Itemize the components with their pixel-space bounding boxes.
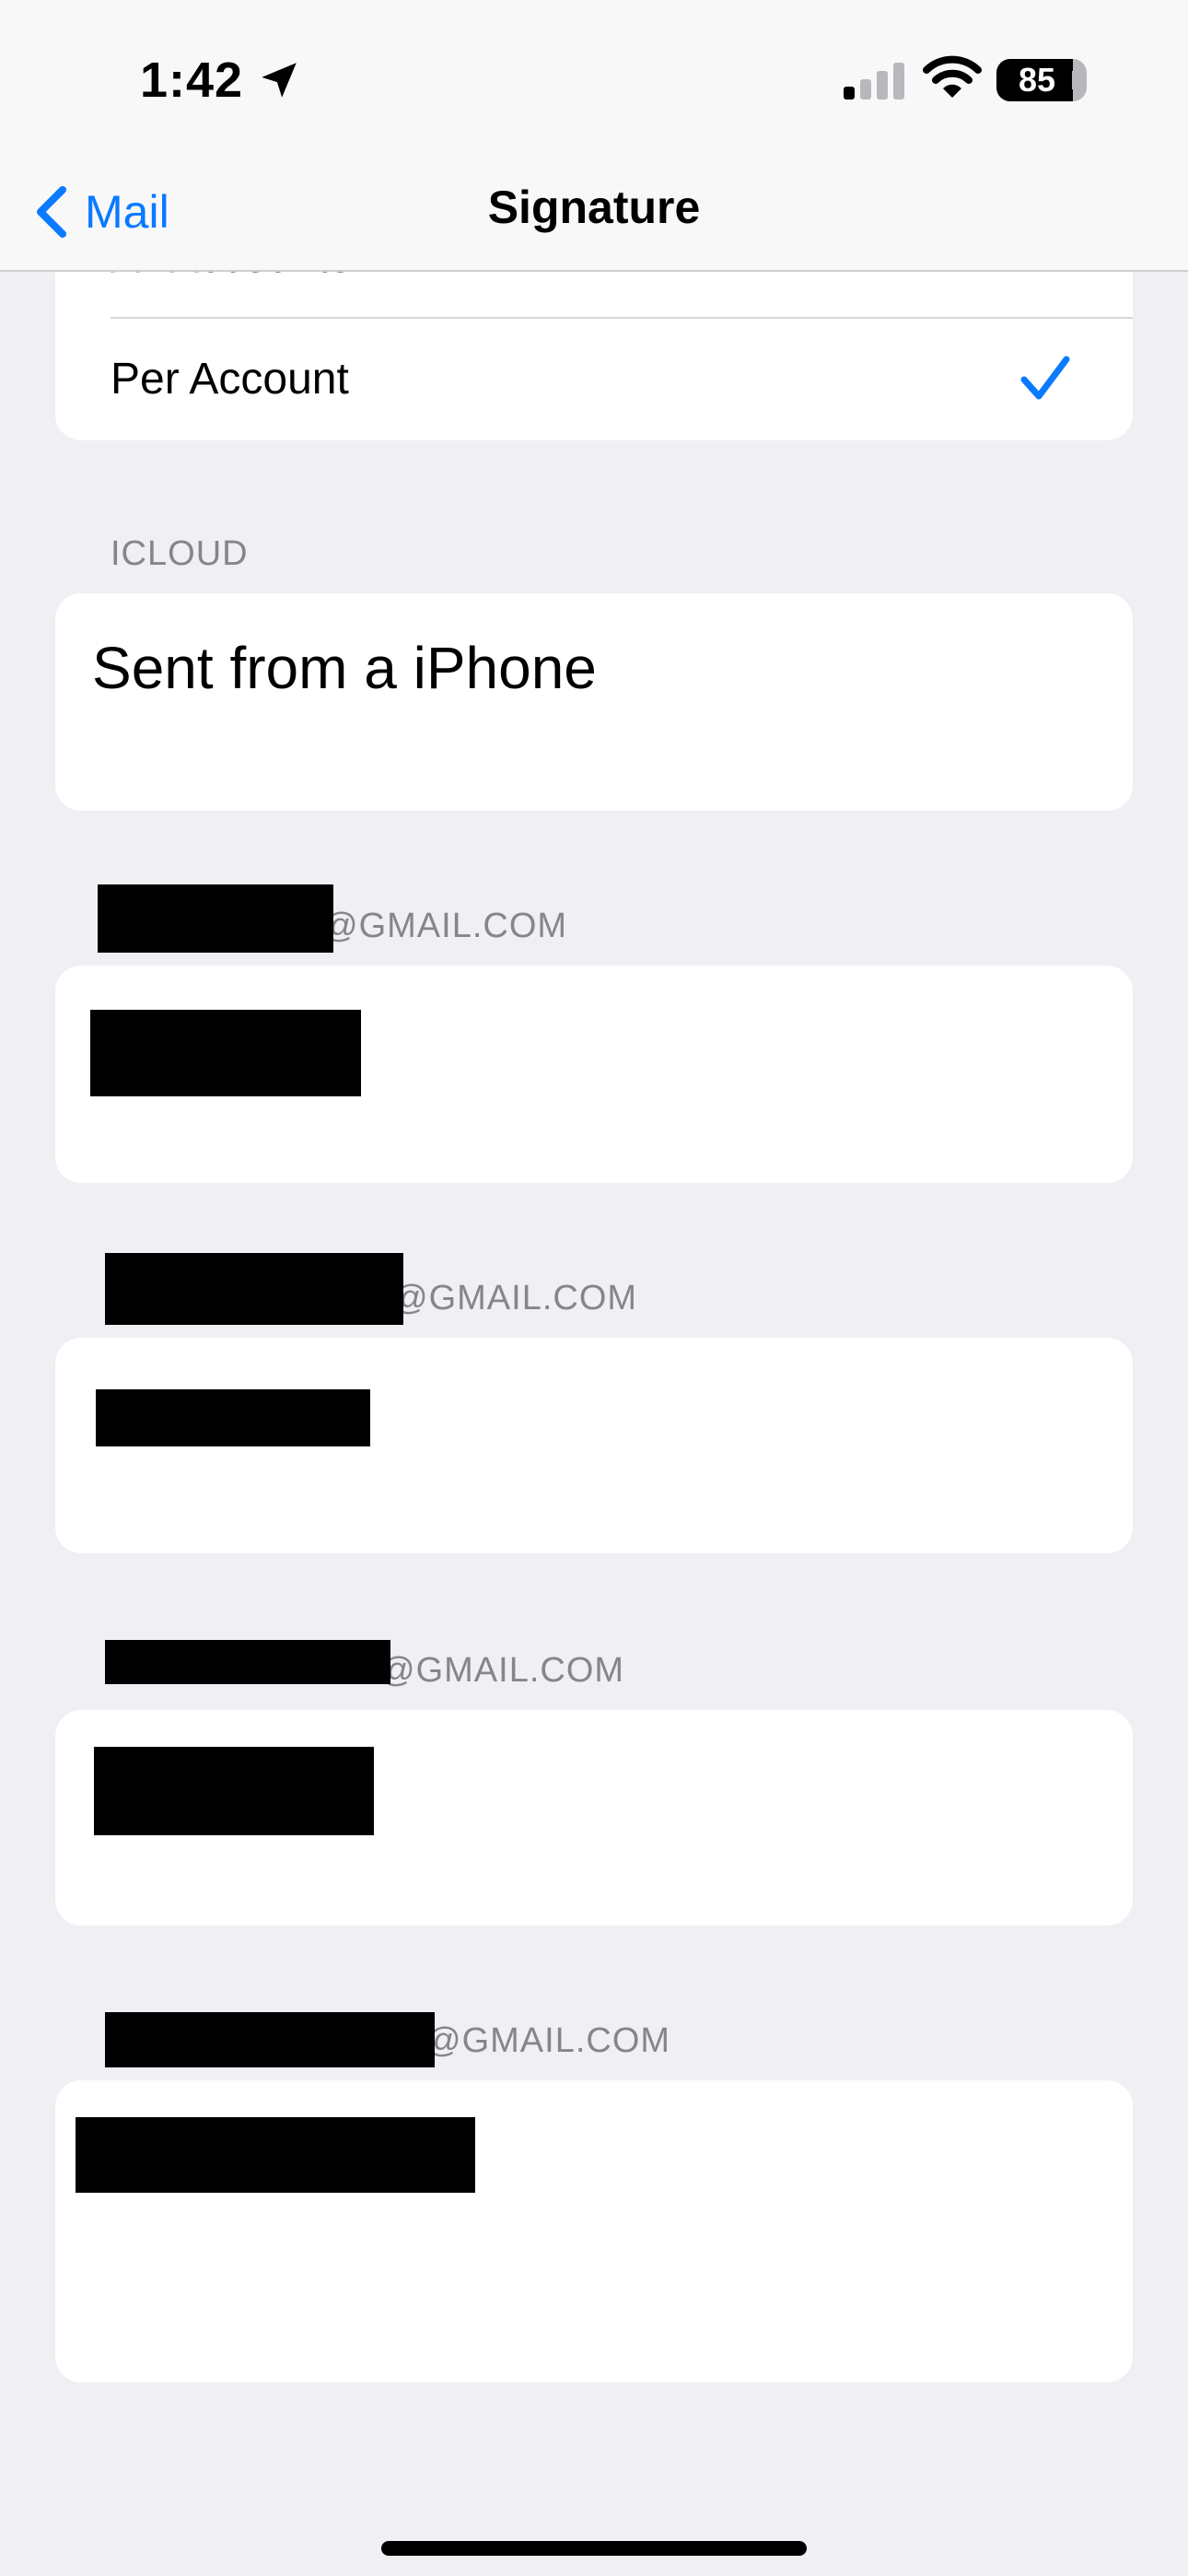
redacted-block [76,2117,475,2193]
signature-field-icloud[interactable]: Sent from a iPhone [55,593,1133,811]
location-arrow-icon [262,63,297,98]
signature-text[interactable]: Sent from a iPhone [92,634,597,702]
redacted-block [105,2012,435,2067]
battery-level: 85 [1018,61,1056,99]
cellular-signal-icon [844,63,904,100]
status-time: 1:42 [140,53,244,108]
checkmark-icon [1020,356,1070,400]
wifi-icon [923,55,982,98]
redacted-block [94,1747,374,1835]
row-divider [111,317,1133,319]
page-title: Signature [487,181,701,233]
redacted-block [98,884,333,953]
redacted-block [96,1389,370,1446]
signature-field-gmail-4[interactable] [55,2080,1133,2383]
section-header-gmail-3: @GMAIL.COM [379,1651,625,1690]
section-header-gmail-4: @GMAIL.COM [425,2021,671,2060]
redacted-block [105,1253,403,1325]
redacted-block [90,1010,361,1096]
navigation-header: 1:42 85 Mail Signature [0,0,1188,272]
section-header-gmail-1: @GMAIL.COM [322,907,568,945]
battery-cap [1072,71,1081,89]
signature-field-gmail-3[interactable] [55,1710,1133,1926]
per-account-option[interactable]: Per Account [111,354,349,404]
section-header-icloud: ICLOUD [111,534,249,573]
home-indicator[interactable] [381,2541,807,2556]
section-header-gmail-2: @GMAIL.COM [392,1279,638,1317]
signature-field-gmail-2[interactable] [55,1338,1133,1553]
redacted-block [105,1640,390,1684]
signature-field-gmail-1[interactable] [55,966,1133,1183]
